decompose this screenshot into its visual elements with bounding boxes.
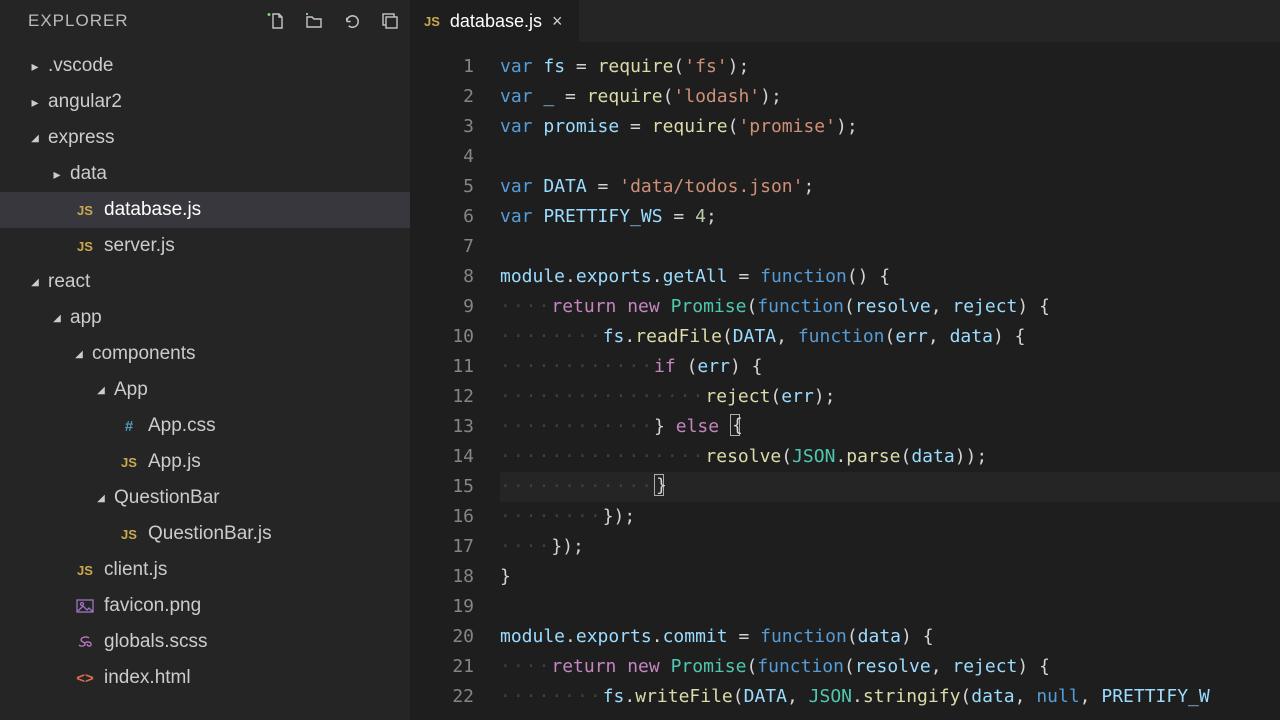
folder-label: react <box>48 271 90 293</box>
js-icon: JS <box>116 527 142 542</box>
tab-database-js[interactable]: JS database.js × <box>410 0 579 42</box>
tab-label: database.js <box>450 11 542 32</box>
file-App.css[interactable]: # App.css <box>0 408 410 444</box>
js-icon: JS <box>424 14 440 29</box>
folder-label: express <box>48 127 115 149</box>
hash-icon: # <box>116 418 142 435</box>
close-icon[interactable]: × <box>552 11 563 32</box>
file-index.html[interactable]: <> index.html <box>0 660 410 696</box>
file-tree: ▸ .vscode ▸ angular2 ◢ express ▸ data JS database… <box>0 42 410 696</box>
refresh-icon[interactable] <box>342 11 362 31</box>
chevron-down-icon: ◢ <box>94 493 108 504</box>
folder-.vscode[interactable]: ▸ .vscode <box>0 48 410 84</box>
folder-app[interactable]: ◢ app <box>0 300 410 336</box>
explorer-sidebar: EXPLORER <box>0 0 410 720</box>
folder-label: app <box>70 307 102 329</box>
file-label: server.js <box>104 235 175 257</box>
file-server.js[interactable]: JS server.js <box>0 228 410 264</box>
file-globals.scss[interactable]: globals.scss <box>0 624 410 660</box>
explorer-actions <box>266 11 400 31</box>
file-QuestionBar.js[interactable]: JS QuestionBar.js <box>0 516 410 552</box>
chevron-down-icon: ◢ <box>28 277 42 288</box>
chevron-right-icon: ▸ <box>50 166 64 183</box>
folder-label: QuestionBar <box>114 487 220 509</box>
js-icon: JS <box>72 203 98 218</box>
chevron-right-icon: ▸ <box>28 58 42 75</box>
folder-data[interactable]: ▸ data <box>0 156 410 192</box>
folder-label: App <box>114 379 148 401</box>
tab-bar: JS database.js × <box>410 0 1280 42</box>
js-icon: JS <box>116 455 142 470</box>
file-label: App.js <box>148 451 201 473</box>
chevron-down-icon: ◢ <box>72 349 86 360</box>
folder-label: data <box>70 163 107 185</box>
new-file-icon[interactable] <box>266 11 286 31</box>
js-icon: JS <box>72 563 98 578</box>
file-favicon.png[interactable]: favicon.png <box>0 588 410 624</box>
file-label: index.html <box>104 667 191 689</box>
collapse-all-icon[interactable] <box>380 11 400 31</box>
explorer-header: EXPLORER <box>0 0 410 42</box>
file-App.js[interactable]: JS App.js <box>0 444 410 480</box>
js-icon: JS <box>72 239 98 254</box>
new-folder-icon[interactable] <box>304 11 324 31</box>
folder-react[interactable]: ◢ react <box>0 264 410 300</box>
image-icon <box>72 599 98 613</box>
file-label: favicon.png <box>104 595 201 617</box>
chevron-down-icon: ◢ <box>94 385 108 396</box>
folder-App[interactable]: ◢ App <box>0 372 410 408</box>
file-label: globals.scss <box>104 631 208 653</box>
code-area[interactable]: 12345678910111213141516171819202122 var … <box>410 42 1280 720</box>
scss-icon <box>72 633 98 651</box>
line-number-gutter: 12345678910111213141516171819202122 <box>410 52 500 720</box>
chevron-down-icon: ◢ <box>50 313 64 324</box>
folder-components[interactable]: ◢ components <box>0 336 410 372</box>
chevron-right-icon: ▸ <box>28 94 42 111</box>
folder-label: .vscode <box>48 55 113 77</box>
file-label: QuestionBar.js <box>148 523 272 545</box>
editor: JS database.js × 12345678910111213141516… <box>410 0 1280 720</box>
file-label: database.js <box>104 199 201 221</box>
explorer-title: EXPLORER <box>28 11 266 31</box>
chevron-down-icon: ◢ <box>28 133 42 144</box>
folder-QuestionBar[interactable]: ◢ QuestionBar <box>0 480 410 516</box>
file-client.js[interactable]: JS client.js <box>0 552 410 588</box>
folder-label: components <box>92 343 196 365</box>
folder-label: angular2 <box>48 91 122 113</box>
code-content[interactable]: var fs = require('fs');var _ = require('… <box>500 52 1280 720</box>
file-label: client.js <box>104 559 167 581</box>
file-database.js[interactable]: JS database.js <box>0 192 410 228</box>
folder-express[interactable]: ◢ express <box>0 120 410 156</box>
html-icon: <> <box>72 670 98 687</box>
folder-angular2[interactable]: ▸ angular2 <box>0 84 410 120</box>
file-label: App.css <box>148 415 216 437</box>
